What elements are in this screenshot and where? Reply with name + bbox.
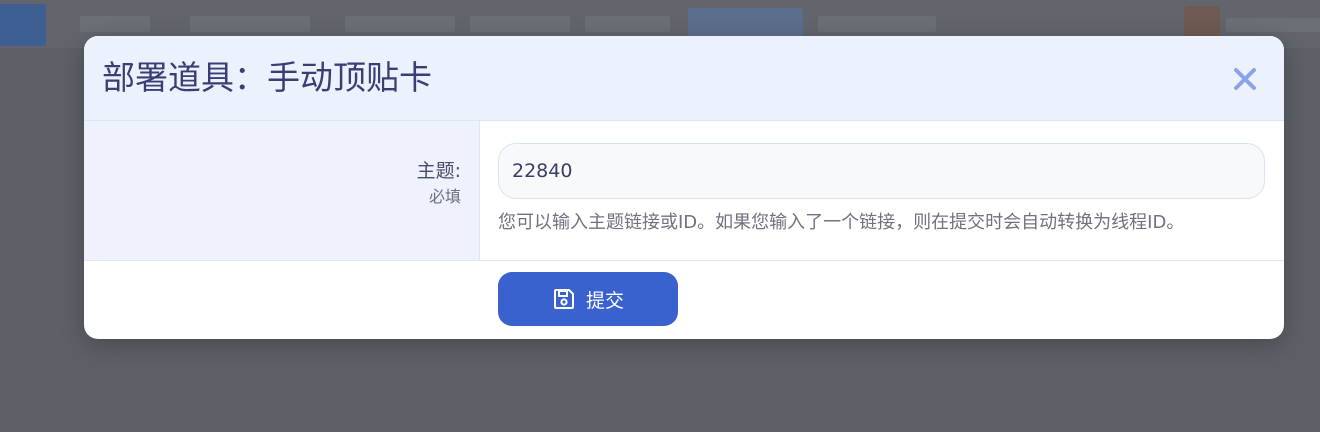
background-nav-item — [190, 16, 310, 32]
submit-label: 提交 — [585, 289, 624, 312]
save-icon — [553, 289, 574, 309]
background-nav-item — [585, 16, 670, 32]
submit-button[interactable]: 提交 — [498, 272, 678, 326]
topic-form-row: 主题: 必填 您可以输入主题链接或ID。如果您输入了一个链接，则在提交时会自动转… — [84, 121, 1284, 261]
background-logo — [0, 4, 46, 46]
dialog-title: 部署道具：手动顶贴卡 — [102, 58, 432, 97]
topic-label: 主题: — [416, 160, 461, 182]
help-text: 您可以输入主题链接或ID。如果您输入了一个链接，则在提交时会自动转换为线程ID。 — [498, 212, 1185, 233]
background-nav-item-active — [688, 8, 803, 38]
background-username — [1226, 18, 1320, 32]
required-hint: 必填 — [428, 187, 461, 206]
background-nav-item — [80, 16, 150, 32]
dialog-header: 部署道具：手动顶贴卡 — [84, 36, 1284, 121]
deploy-item-dialog: 部署道具：手动顶贴卡 主题: 必填 您可以输入主题链接或ID。如果您输入了一个链… — [84, 36, 1284, 339]
background-nav-item — [818, 16, 936, 32]
background-nav-item — [345, 16, 455, 32]
label-column: 主题: 必填 — [84, 121, 480, 260]
topic-input[interactable] — [498, 143, 1265, 199]
close-button[interactable] — [1228, 62, 1262, 96]
background-nav-item — [470, 16, 570, 32]
close-icon — [1234, 68, 1256, 90]
